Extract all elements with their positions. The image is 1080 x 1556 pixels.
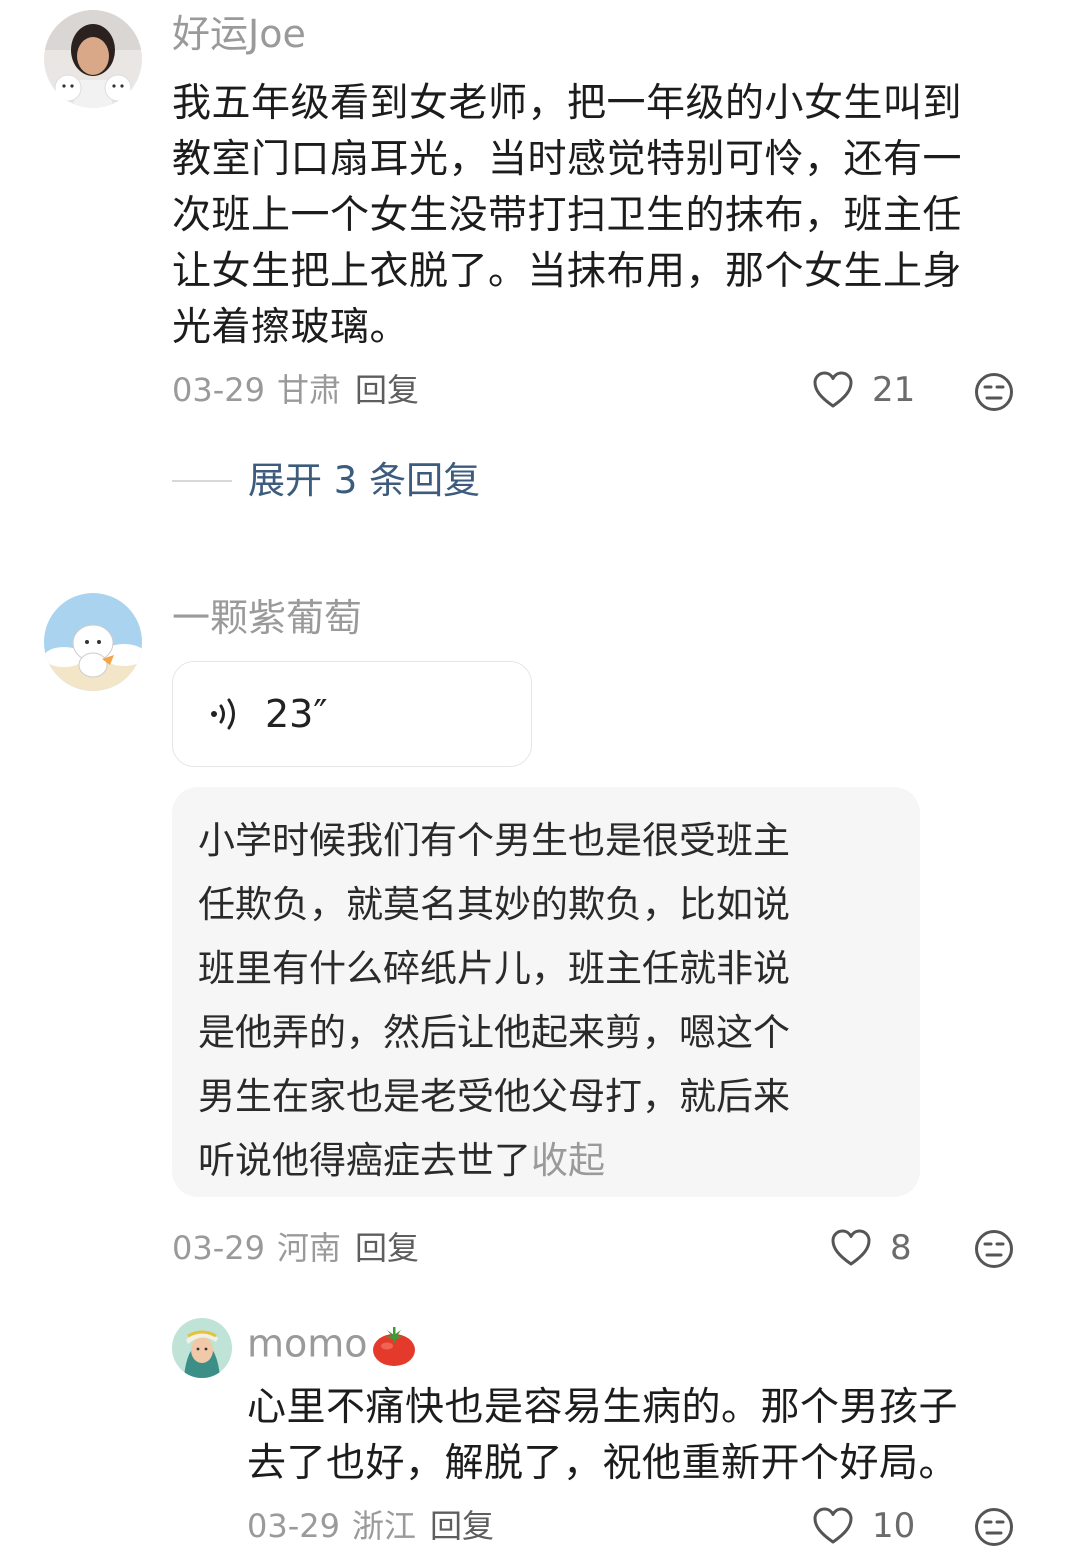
comment-list: 好运Joe 我五年级看到女老师，把一年级的小女生叫到 教室门口扇耳光，当时感觉特… — [0, 0, 1080, 1556]
voice-wave-icon — [211, 698, 235, 730]
dislike-face-icon[interactable] — [974, 1229, 1014, 1269]
like-count: 8 — [890, 1228, 912, 1268]
heart-outline-icon — [813, 371, 853, 408]
reply-username-text: momo — [247, 1321, 368, 1366]
like-button[interactable]: 21 — [812, 370, 915, 410]
username[interactable]: 一颗紫葡萄 — [172, 599, 362, 637]
tomato-emoji-icon — [372, 1327, 415, 1366]
reply-region: 浙江 — [351, 1507, 416, 1545]
expand-replies-label: 展开 3 条回复 — [248, 459, 481, 502]
dislike-face-icon[interactable] — [974, 372, 1014, 412]
like-button[interactable]: 10 — [812, 1506, 915, 1546]
collapse-link[interactable]: 收起 — [531, 1139, 605, 1182]
comment-text: 我五年级看到女老师，把一年级的小女生叫到 教室门口扇耳光，当时感觉特别可怜，还有… — [172, 81, 963, 350]
heart-outline-icon — [813, 1507, 853, 1544]
divider — [172, 479, 232, 482]
reply-meta: 03-29 浙江 回复 — [247, 1510, 494, 1542]
avatar[interactable] — [44, 10, 142, 108]
transcript-text: 小学时候我们有个男生也是很受班主 任欺负，就莫名其妙的欺负，比如说 班里有什么碎… — [198, 819, 790, 1182]
avatar[interactable] — [172, 1318, 232, 1378]
comment-region: 河南 — [276, 1229, 341, 1267]
reply-date: 03-29 — [247, 1507, 340, 1545]
comment-date: 03-29 — [172, 1229, 265, 1267]
dislike-face-icon[interactable] — [974, 1507, 1014, 1547]
avatar[interactable] — [44, 593, 142, 691]
reply-button[interactable]: 回复 — [430, 1507, 494, 1545]
like-button[interactable]: 8 — [830, 1228, 912, 1268]
username[interactable]: 好运Joe — [172, 15, 306, 53]
voice-transcript: 小学时候我们有个男生也是很受班主 任欺负，就莫名其妙的欺负，比如说 班里有什么碎… — [172, 787, 920, 1197]
voice-duration: 23″ — [265, 692, 328, 736]
comment-meta: 03-29 河南 回复 — [172, 1232, 419, 1264]
reply-button[interactable]: 回复 — [355, 1229, 419, 1267]
heart-outline-icon — [831, 1229, 871, 1266]
comment-date: 03-29 — [172, 371, 265, 409]
comment-region: 甘肃 — [276, 371, 341, 409]
comment-meta: 03-29 甘肃 回复 — [172, 374, 419, 406]
reply-button[interactable]: 回复 — [355, 371, 419, 409]
voice-message[interactable]: 23″ — [172, 661, 532, 767]
reply-text: 心里不痛快也是容易生病的。那个男孩子 去了也好，解脱了，祝他重新开个好局。 — [247, 1385, 959, 1486]
like-count: 10 — [872, 1506, 916, 1546]
reply-username[interactable]: momo — [247, 1324, 418, 1368]
like-count: 21 — [872, 370, 916, 410]
expand-replies-link[interactable]: 展开 3 条回复 — [172, 462, 480, 499]
